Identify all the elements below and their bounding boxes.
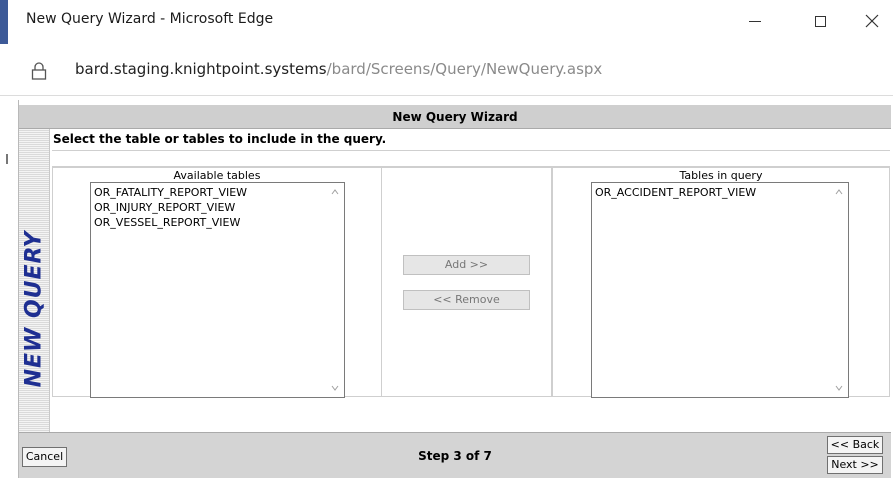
window-title: New Query Wizard - Microsoft Edge <box>26 11 274 27</box>
list-item[interactable]: OR_FATALITY_REPORT_VIEW <box>91 185 247 200</box>
tables-in-query-panel: Tables in query OR_ACCIDENT_REPORT_VIEW <box>552 167 890 398</box>
cancel-button[interactable]: Cancel <box>22 447 67 467</box>
minimize-icon <box>749 20 761 22</box>
available-tables-list[interactable]: OR_FATALITY_REPORT_VIEW OR_INJURY_REPORT… <box>90 182 345 398</box>
url-text[interactable]: bard.staging.knightpoint.systems/bard/Sc… <box>75 60 602 78</box>
divider <box>52 150 890 151</box>
transfer-controls: Add >> << Remove <box>382 167 552 397</box>
list-item[interactable]: OR_VESSEL_REPORT_VIEW <box>91 215 247 230</box>
address-bar[interactable]: bard.staging.knightpoint.systems/bard/Sc… <box>0 44 893 96</box>
add-button[interactable]: Add >> <box>403 255 530 275</box>
window-accent <box>0 0 8 44</box>
lock-icon <box>31 62 47 80</box>
scroll-down-icon[interactable] <box>330 383 340 393</box>
tables-in-query-list[interactable]: OR_ACCIDENT_REPORT_VIEW <box>591 182 849 398</box>
list-item[interactable]: OR_INJURY_REPORT_VIEW <box>91 200 247 215</box>
browser-titlebar: New Query Wizard - Microsoft Edge <box>0 0 893 44</box>
minimize-button[interactable] <box>735 6 775 36</box>
available-tables-panel: Available tables OR_FATALITY_REPORT_VIEW… <box>52 167 382 398</box>
scrollbar[interactable] <box>327 183 344 397</box>
maximize-icon <box>814 15 826 27</box>
back-button[interactable]: << Back <box>827 436 883 454</box>
scroll-up-icon[interactable] <box>330 187 340 197</box>
step-indicator: Step 3 of 7 <box>418 449 492 463</box>
side-banner-label: NEW QUERY <box>21 230 47 388</box>
close-icon <box>865 14 879 28</box>
side-banner: NEW QUERY <box>19 129 50 432</box>
url-path: /bard/Screens/Query/NewQuery.aspx <box>326 60 603 78</box>
scroll-up-icon[interactable] <box>834 187 844 197</box>
tables-in-query-caption: Tables in query <box>679 169 763 182</box>
instruction-text: Select the table or tables to include in… <box>53 132 387 146</box>
new-query-wizard: New Query Wizard NEW QUERY Select the ta… <box>18 100 891 478</box>
next-button[interactable]: Next >> <box>827 456 883 474</box>
wizard-header: New Query Wizard <box>19 105 891 129</box>
scroll-down-icon[interactable] <box>834 383 844 393</box>
remove-button[interactable]: << Remove <box>403 290 530 310</box>
close-button[interactable] <box>852 6 892 36</box>
url-host: bard.staging.knightpoint.systems <box>75 60 327 78</box>
page-gutter <box>0 96 18 478</box>
gutter-mark <box>6 154 10 164</box>
available-tables-caption: Available tables <box>173 169 261 182</box>
scrollbar[interactable] <box>831 183 848 397</box>
list-item[interactable]: OR_ACCIDENT_REPORT_VIEW <box>592 185 756 200</box>
wizard-footer: Step 3 of 7 Cancel << Back Next >> <box>19 432 891 478</box>
maximize-button[interactable] <box>800 6 840 36</box>
